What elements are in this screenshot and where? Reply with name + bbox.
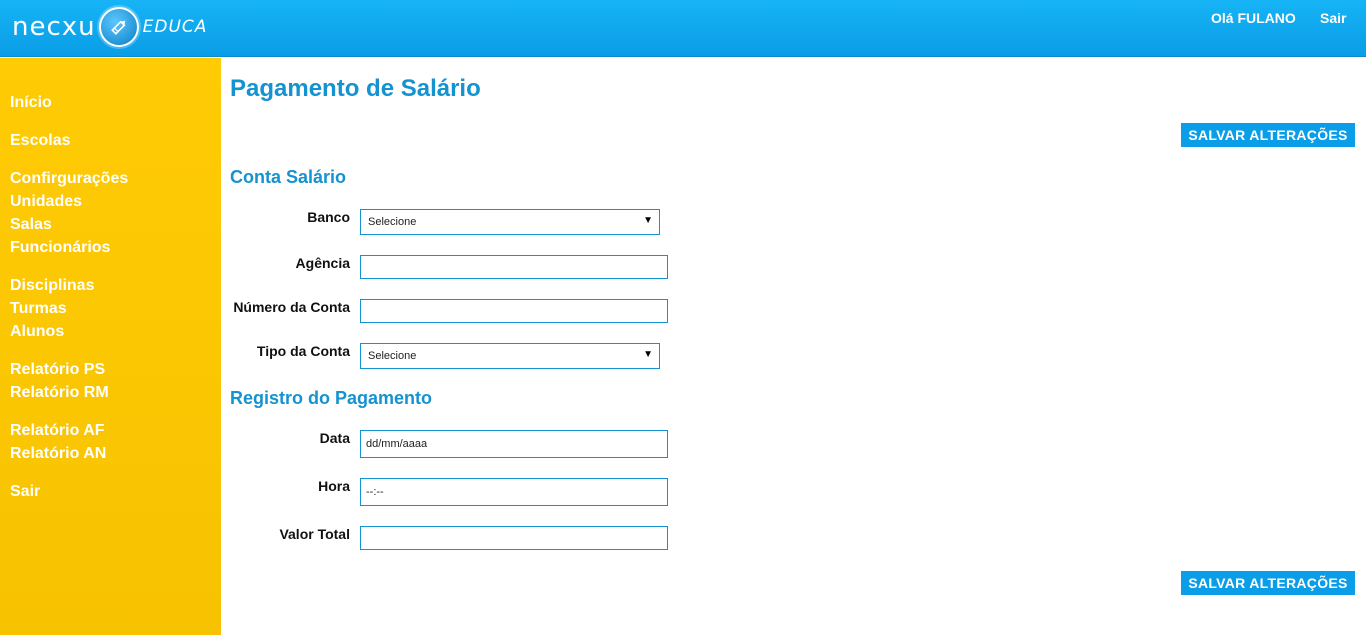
account-type-select-value: Selecione (368, 350, 417, 362)
sidebar-item-disciplinas[interactable]: Disciplinas (10, 276, 94, 296)
time-label: Hora (318, 478, 350, 494)
logo-educa-text: EDUCA (142, 17, 208, 37)
account-number-input[interactable] (360, 299, 668, 323)
sidebar-item-sair[interactable]: Sair (10, 482, 40, 502)
necxu-educa-logo[interactable]: necxu EDUCA (12, 5, 207, 49)
logo-necxu-text: necxu (12, 12, 96, 42)
dropdown-arrow-icon: ▼ (643, 349, 653, 360)
page-title: Pagamento de Salário (230, 75, 481, 102)
bank-select-value: Selecione (368, 216, 417, 228)
dropdown-arrow-icon: ▼ (643, 215, 653, 226)
bank-label: Banco (307, 209, 350, 225)
sidebar-item-turmas[interactable]: Turmas (10, 299, 67, 319)
save-changes-button-bottom[interactable]: SALVAR ALTERAÇÕES (1181, 571, 1355, 595)
account-type-label: Tipo da Conta (256, 343, 350, 359)
date-input[interactable]: dd/mm/aaaa (360, 430, 668, 458)
account-number-label: Número da Conta (233, 299, 350, 315)
save-changes-button-top[interactable]: SALVAR ALTERAÇÕES (1181, 123, 1355, 147)
sidebar-item-configuracoes[interactable]: Confirgurações (10, 169, 128, 189)
account-type-select[interactable]: Selecione ▼ (360, 343, 660, 369)
sidebar-item-funcionarios[interactable]: Funcionários (10, 238, 110, 258)
sidebar-item-relatorio-an[interactable]: Relatório AN (10, 444, 106, 464)
logout-link[interactable]: Sair (1320, 10, 1346, 26)
agency-input[interactable] (360, 255, 668, 279)
user-greeting: Olá FULANO (1211, 10, 1296, 26)
agency-label: Agência (295, 255, 350, 271)
pencil-icon (98, 7, 139, 47)
section-title-account: Conta Salário (230, 167, 347, 187)
bank-select[interactable]: Selecione ▼ (360, 209, 660, 235)
total-value-input[interactable] (360, 526, 668, 550)
top-header: necxu EDUCA Olá FULANO Sair (0, 0, 1366, 57)
sidebar-item-escolas[interactable]: Escolas (10, 131, 70, 151)
sidebar-item-relatorio-ps[interactable]: Relatório PS (10, 360, 105, 380)
sidebar-item-relatorio-af[interactable]: Relatório AF (10, 421, 105, 441)
time-input[interactable]: --:-- (360, 478, 668, 506)
sidebar: Início Escolas Confirgurações Unidades S… (0, 58, 221, 635)
sidebar-item-relatorio-rm[interactable]: Relatório RM (10, 383, 109, 403)
sidebar-item-alunos[interactable]: Alunos (10, 322, 64, 342)
section-title-payment: Registro do Pagamento (230, 388, 433, 408)
total-value-label: Valor Total (279, 526, 350, 542)
date-label: Data (319, 430, 350, 446)
sidebar-item-salas[interactable]: Salas (10, 215, 52, 235)
sidebar-item-inicio[interactable]: Início (10, 93, 52, 113)
sidebar-item-unidades[interactable]: Unidades (10, 192, 82, 212)
